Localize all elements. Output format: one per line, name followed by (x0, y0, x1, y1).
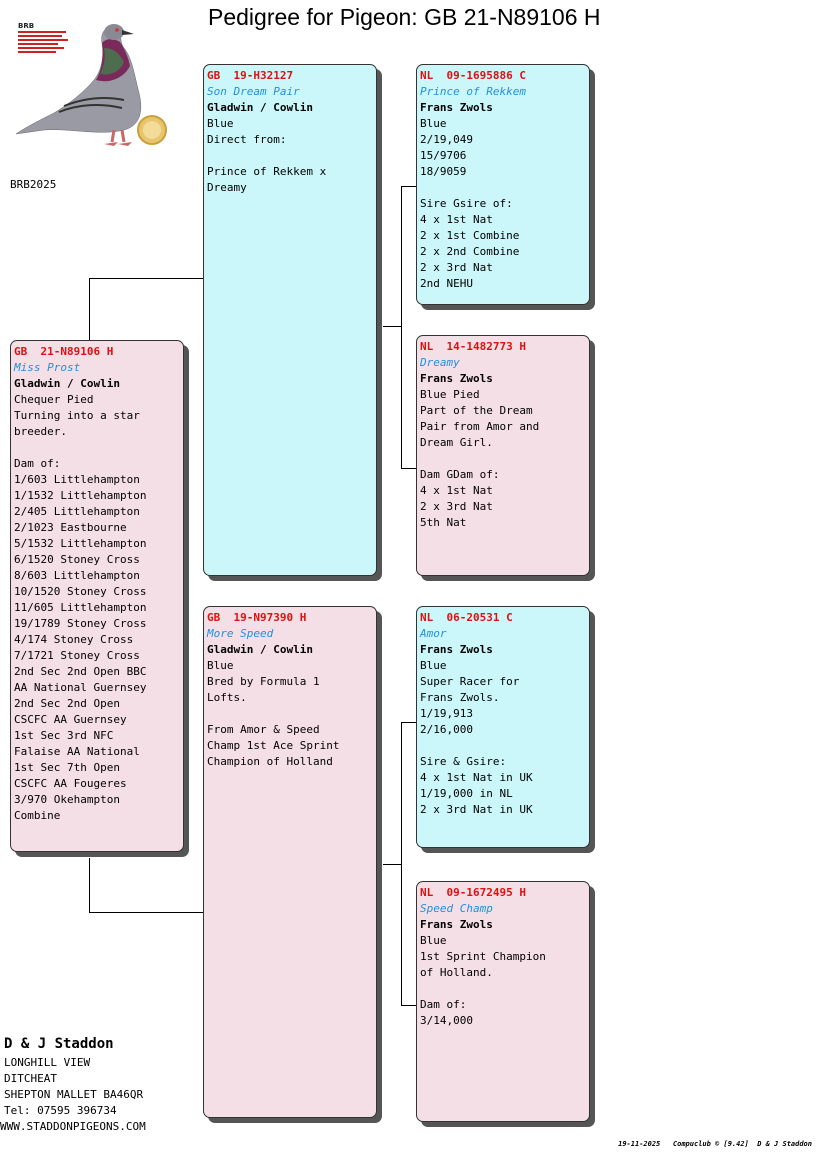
dam-card[interactable]: GB 19-N97390 H More Speed Gladwin / Cowl… (203, 606, 377, 1118)
dam-breeder: Gladwin / Cowlin (207, 643, 313, 656)
subject-name: Miss Prost (14, 361, 81, 374)
dam-dam-info: Blue 1st Sprint Champion of Holland. Dam… (420, 934, 546, 1027)
sire-sire-ring: NL 09-1695886 C (420, 69, 526, 82)
connector-subject-sire-h (89, 278, 204, 279)
pigeon-image (15, 24, 167, 146)
owner-address-1: LONGHILL VIEW (4, 1056, 91, 1069)
dam-sire-card[interactable]: NL 06-20531 C Amor Frans Zwols Blue Supe… (416, 606, 590, 848)
sire-dam-ring: NL 14-1482773 H (420, 340, 526, 353)
owner-block: D & J Staddon LONGHILL VIEW DITCHEAT SHE… (0, 1036, 146, 1135)
sire-dam-info: Blue Pied Part of the Dream Pair from Am… (420, 388, 540, 529)
sire-dam-card[interactable]: NL 14-1482773 H Dreamy Frans Zwols Blue … (416, 335, 590, 576)
subject-info: Chequer Pied Turning into a star breeder… (14, 393, 147, 822)
connector-dam-top (401, 722, 417, 723)
owner-phone: Tel: 07595 396734 (4, 1104, 117, 1117)
connector-subject-dam-h (89, 912, 204, 913)
owner-website-link[interactable]: WWW.STADDONPIGEONS.COM (0, 1119, 146, 1135)
dam-sire-breeder: Frans Zwols (420, 643, 493, 656)
sire-name: Son Dream Pair (207, 85, 300, 98)
dam-dam-card[interactable]: NL 09-1672495 H Speed Champ Frans Zwols … (416, 881, 590, 1122)
connector-sire-top (401, 186, 417, 187)
connector-sire-v (401, 186, 402, 468)
dam-dam-name: Speed Champ (420, 902, 493, 915)
owner-address-3: SHEPTON MALLET BA46QR (4, 1088, 144, 1101)
connector-sire-h (383, 326, 402, 327)
subject-card[interactable]: GB 21-N89106 H Miss Prost Gladwin / Cowl… (10, 340, 184, 852)
dam-dam-breeder: Frans Zwols (420, 918, 493, 931)
sire-dam-name: Dreamy (420, 356, 460, 369)
connector-subject-dam-v (89, 858, 90, 912)
connector-subject-sire-v (89, 278, 90, 340)
sire-sire-card[interactable]: NL 09-1695886 C Prince of Rekkem Frans Z… (416, 64, 590, 305)
sire-card[interactable]: GB 19-H32127 Son Dream Pair Gladwin / Co… (203, 64, 377, 576)
connector-dam-h (383, 864, 402, 865)
subject-breeder: Gladwin / Cowlin (14, 377, 120, 390)
sire-sire-breeder: Frans Zwols (420, 101, 493, 114)
dam-info: Blue Bred by Formula 1 Lofts. From Amor … (207, 659, 340, 768)
dam-ring: GB 19-N97390 H (207, 611, 307, 624)
sire-dam-breeder: Frans Zwols (420, 372, 493, 385)
footer-credit: 19-11-2025 Compuclub © [9.42] D & J Stad… (618, 1140, 812, 1148)
connector-dam-v (401, 722, 402, 1005)
dam-name: More Speed (207, 627, 274, 640)
page-title: Pedigree for Pigeon: GB 21-N89106 H (208, 4, 601, 30)
connector-sire-bottom (401, 468, 417, 469)
sire-sire-info: Blue 2/19,049 15/9706 18/9059 Sire Gsire… (420, 117, 520, 290)
connector-dam-bottom (401, 1005, 417, 1006)
sire-ring: GB 19-H32127 (207, 69, 294, 82)
dam-sire-info: Blue Super Racer for Frans Zwols. 1/19,9… (420, 659, 533, 816)
owner-name: D & J Staddon (4, 1036, 114, 1052)
dam-dam-ring: NL 09-1672495 H (420, 886, 526, 899)
dam-sire-ring: NL 06-20531 C (420, 611, 513, 624)
sire-breeder: Gladwin / Cowlin (207, 101, 313, 114)
sire-info: Blue Direct from: Prince of Rekkem x Dre… (207, 117, 327, 194)
sire-sire-name: Prince of Rekkem (420, 85, 526, 98)
brb-code: BRB2025 (10, 178, 57, 191)
subject-ring: GB 21-N89106 H (14, 345, 114, 358)
owner-address-2: DITCHEAT (4, 1072, 57, 1085)
dam-sire-name: Amor (420, 627, 447, 640)
